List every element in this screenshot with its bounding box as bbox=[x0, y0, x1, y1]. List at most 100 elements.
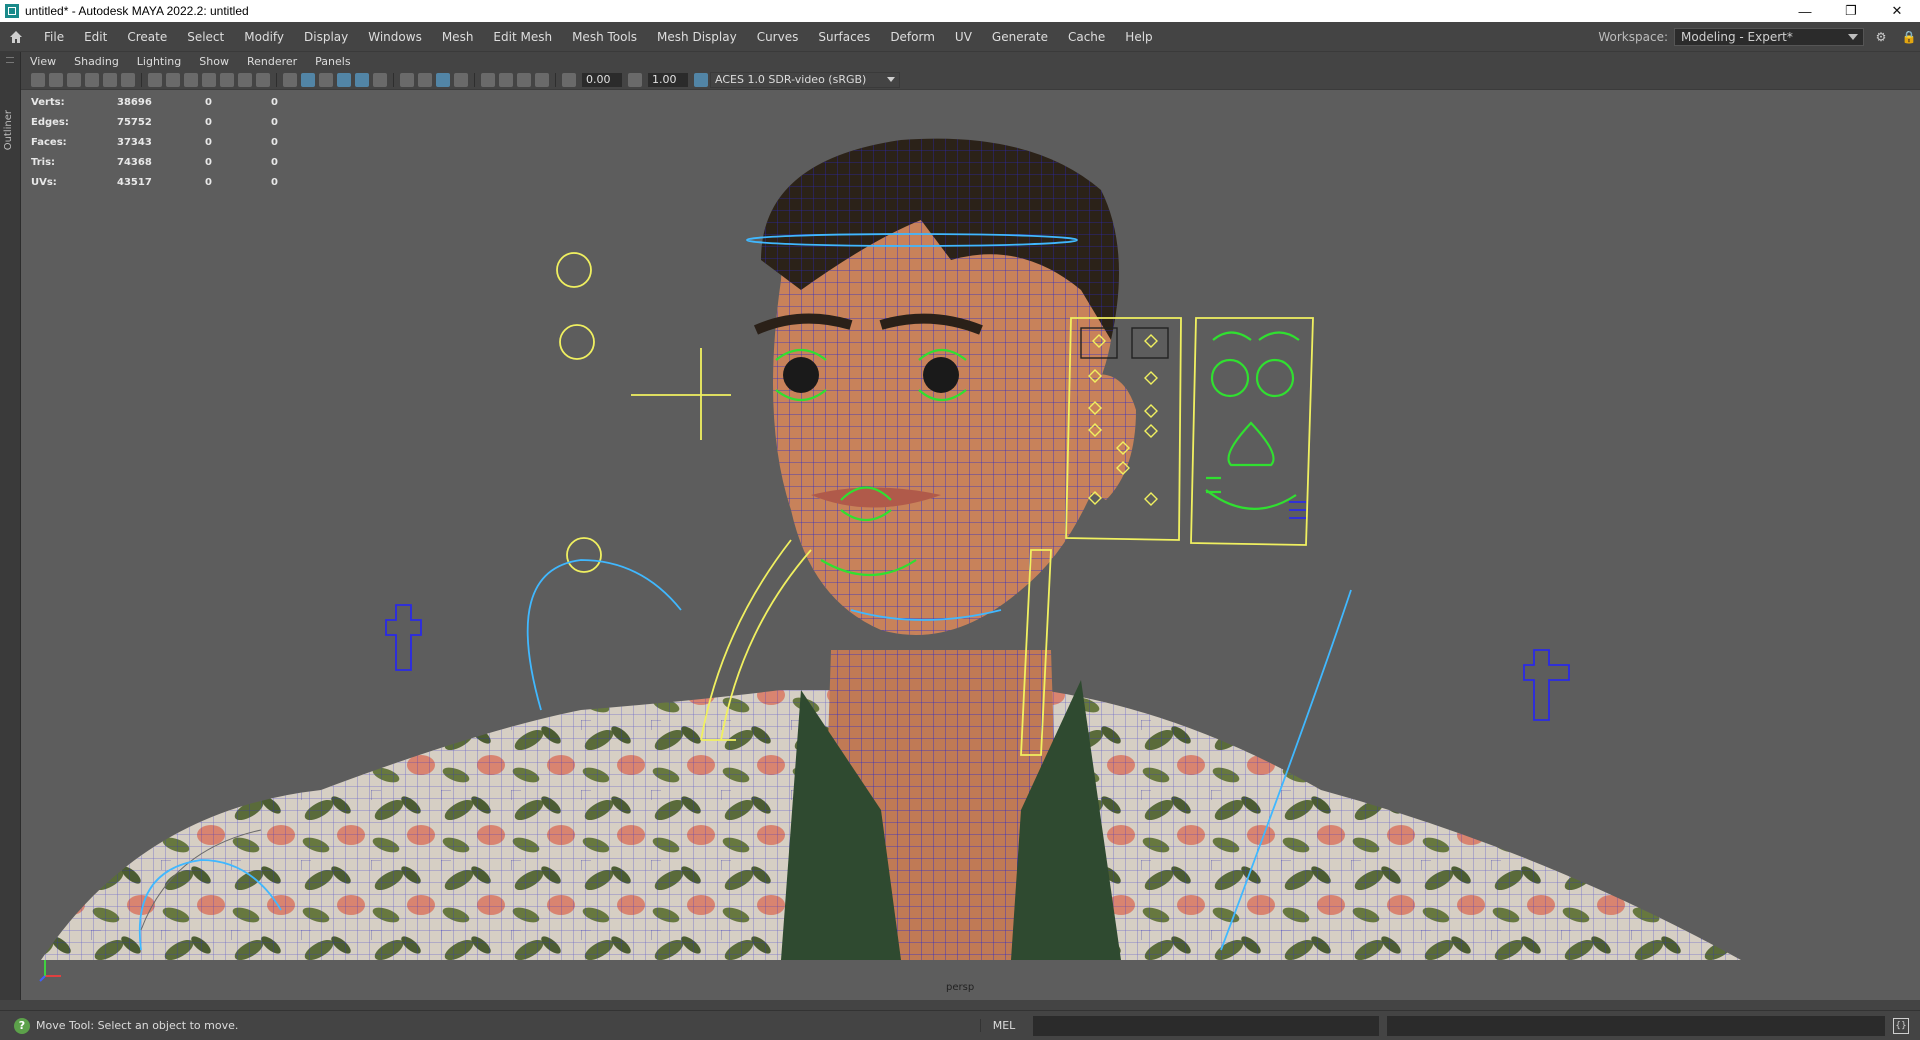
poly-count-hud: Verts: 38696 0 0 Edges: 75752 0 0 Faces:… bbox=[31, 92, 311, 192]
shadows-icon[interactable] bbox=[400, 72, 414, 87]
stats-value: 74368 bbox=[117, 156, 152, 168]
panel-menu-panels[interactable]: Panels bbox=[306, 55, 359, 68]
workspace-select[interactable]: Modeling - Expert* bbox=[1674, 27, 1864, 46]
panel-menu-bar: View Shading Lighting Show Renderer Pane… bbox=[21, 52, 1920, 70]
menu-generate[interactable]: Generate bbox=[982, 22, 1058, 52]
command-language-toggle[interactable]: MEL bbox=[980, 1019, 1027, 1032]
gear-icon[interactable]: ⚙ bbox=[1870, 30, 1892, 44]
gamma-icon[interactable] bbox=[628, 72, 642, 87]
resolution-gate-icon[interactable] bbox=[184, 72, 198, 87]
command-line-input[interactable] bbox=[1033, 1015, 1379, 1036]
panel-menu-view[interactable]: View bbox=[21, 55, 65, 68]
anti-aliasing-icon[interactable] bbox=[436, 72, 450, 87]
depth-of-field-icon[interactable] bbox=[454, 72, 468, 87]
command-result-field bbox=[1387, 1015, 1885, 1036]
stats-value: 0 bbox=[271, 156, 278, 168]
film-gate-icon[interactable] bbox=[166, 72, 180, 87]
drag-handle-icon[interactable] bbox=[6, 57, 14, 63]
xray-joints-icon[interactable] bbox=[517, 72, 531, 87]
menu-windows[interactable]: Windows bbox=[358, 22, 432, 52]
menu-mesh-tools[interactable]: Mesh Tools bbox=[562, 22, 647, 52]
stats-value: 0 bbox=[205, 176, 212, 188]
wireframe-icon[interactable] bbox=[283, 72, 297, 87]
minimize-icon[interactable]: — bbox=[1782, 0, 1828, 22]
exposure-icon[interactable] bbox=[562, 72, 576, 87]
field-chart-icon[interactable] bbox=[220, 72, 234, 87]
menu-select[interactable]: Select bbox=[177, 22, 234, 52]
lights-icon[interactable] bbox=[373, 72, 387, 87]
lock-icon[interactable]: 🔒 bbox=[1898, 30, 1920, 44]
stats-row-uvs: UVs: 43517 0 0 bbox=[31, 172, 311, 192]
workspace-label: Workspace: bbox=[1598, 29, 1668, 44]
menu-modify[interactable]: Modify bbox=[234, 22, 294, 52]
stats-value: 0 bbox=[205, 156, 212, 168]
menu-surfaces[interactable]: Surfaces bbox=[808, 22, 880, 52]
grease-pencil-icon[interactable] bbox=[121, 72, 135, 87]
stats-value: 75752 bbox=[117, 116, 152, 128]
isolate-select-icon[interactable] bbox=[481, 72, 495, 87]
menu-cache[interactable]: Cache bbox=[1058, 22, 1115, 52]
grid-icon[interactable] bbox=[148, 72, 162, 87]
textured-icon[interactable] bbox=[355, 72, 369, 87]
xray-icon[interactable] bbox=[499, 72, 513, 87]
chevron-down-icon bbox=[1848, 33, 1858, 40]
menu-display[interactable]: Display bbox=[294, 22, 358, 52]
stats-row-verts: Verts: 38696 0 0 bbox=[31, 92, 311, 112]
outliner-tab[interactable]: Outliner bbox=[3, 110, 14, 150]
menu-help[interactable]: Help bbox=[1115, 22, 1162, 52]
camera-attributes-icon[interactable] bbox=[67, 72, 81, 87]
safe-title-icon[interactable] bbox=[256, 72, 270, 87]
default-material-icon[interactable] bbox=[319, 72, 333, 87]
ambient-occlusion-icon[interactable] bbox=[418, 72, 432, 87]
wireframe-on-shaded-icon[interactable] bbox=[337, 72, 351, 87]
camera-icon[interactable] bbox=[31, 72, 45, 87]
close-icon[interactable]: ✕ bbox=[1874, 0, 1920, 22]
image-plane-icon[interactable] bbox=[103, 72, 117, 87]
menu-deform[interactable]: Deform bbox=[880, 22, 945, 52]
help-line: ? Move Tool: Select an object to move. M… bbox=[0, 1010, 1920, 1040]
stats-row-edges: Edges: 75752 0 0 bbox=[31, 112, 311, 132]
safe-action-icon[interactable] bbox=[238, 72, 252, 87]
main-menu-bar: File Edit Create Select Modify Display W… bbox=[0, 22, 1920, 52]
stats-value: 0 bbox=[271, 136, 278, 148]
gate-mask-icon[interactable] bbox=[202, 72, 216, 87]
camera-lock-icon[interactable] bbox=[49, 72, 63, 87]
menu-mesh-display[interactable]: Mesh Display bbox=[647, 22, 747, 52]
camera-name-label: persp bbox=[946, 982, 975, 993]
chevron-down-icon bbox=[887, 76, 895, 82]
menu-create[interactable]: Create bbox=[117, 22, 177, 52]
menu-edit[interactable]: Edit bbox=[74, 22, 117, 52]
scene-3d[interactable] bbox=[21, 90, 1920, 1000]
maya-icon bbox=[5, 4, 19, 18]
panel-toolbar: 0.00 1.00 ACES 1.0 SDR-video (sRGB) bbox=[21, 70, 1920, 90]
home-icon[interactable] bbox=[6, 27, 26, 47]
script-editor-icon[interactable]: {} bbox=[1893, 1017, 1909, 1034]
backface-culling-icon[interactable] bbox=[535, 72, 549, 87]
menu-uv[interactable]: UV bbox=[945, 22, 982, 52]
menu-curves[interactable]: Curves bbox=[747, 22, 809, 52]
help-icon[interactable]: ? bbox=[14, 1017, 30, 1034]
stats-label: Tris: bbox=[31, 156, 56, 168]
panel-menu-renderer[interactable]: Renderer bbox=[238, 55, 306, 68]
gamma-field[interactable]: 1.00 bbox=[648, 72, 688, 87]
panel-menu-lighting[interactable]: Lighting bbox=[128, 55, 190, 68]
menu-file[interactable]: File bbox=[34, 22, 74, 52]
head-mesh[interactable] bbox=[753, 138, 1136, 635]
menu-mesh[interactable]: Mesh bbox=[432, 22, 484, 52]
stats-value: 37343 bbox=[117, 136, 152, 148]
color-space-select[interactable]: ACES 1.0 SDR-video (sRGB) bbox=[710, 71, 900, 88]
exposure-field[interactable]: 0.00 bbox=[582, 72, 622, 87]
smooth-shade-icon[interactable] bbox=[301, 72, 315, 87]
viewport-panel[interactable]: View Shading Lighting Show Renderer Pane… bbox=[21, 52, 1920, 1000]
bookmark-icon[interactable] bbox=[85, 72, 99, 87]
restore-icon[interactable]: ❐ bbox=[1828, 0, 1874, 22]
stats-value: 43517 bbox=[117, 176, 152, 188]
stats-label: Faces: bbox=[31, 136, 67, 148]
stats-label: Verts: bbox=[31, 96, 65, 108]
panel-menu-shading[interactable]: Shading bbox=[65, 55, 128, 68]
stats-label: Edges: bbox=[31, 116, 69, 128]
workspace-value: Modeling - Expert* bbox=[1681, 29, 1793, 44]
panel-menu-show[interactable]: Show bbox=[190, 55, 238, 68]
color-management-icon[interactable] bbox=[694, 72, 708, 87]
menu-edit-mesh[interactable]: Edit Mesh bbox=[483, 22, 562, 52]
